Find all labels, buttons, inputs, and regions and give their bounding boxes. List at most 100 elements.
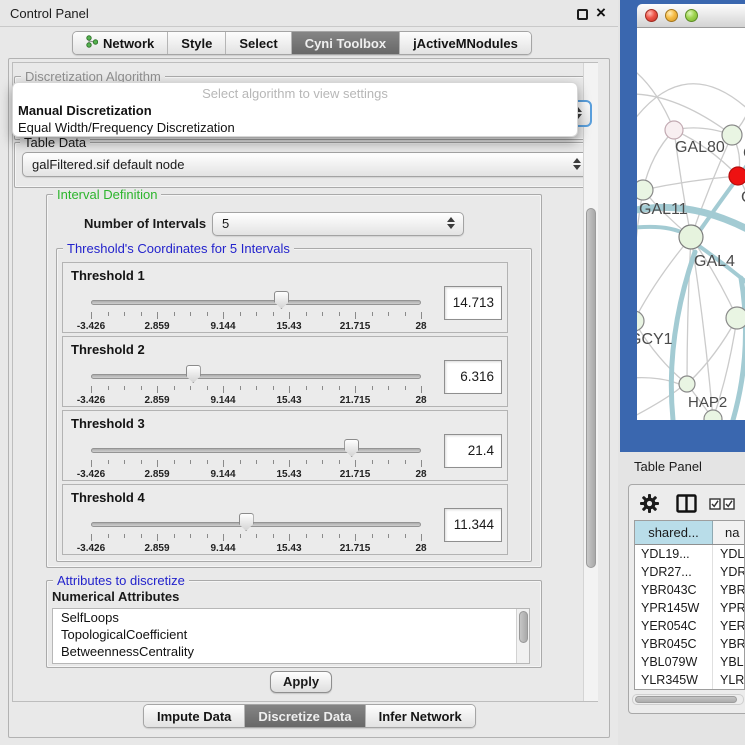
table-row[interactable]: YBR045CYBR0	[635, 635, 744, 653]
slider-thumb[interactable]	[239, 513, 254, 531]
threshold-value-field[interactable]: 6.316	[444, 360, 502, 394]
close-icon[interactable]: ×	[596, 2, 606, 24]
tick-mark	[157, 534, 158, 541]
tick-mark	[174, 460, 175, 464]
table-header-name[interactable]: na	[713, 521, 744, 544]
table-row[interactable]: YDR27...YDR2	[635, 563, 744, 581]
tick-mark	[141, 386, 142, 390]
attribute-item-topologicalcoefficient[interactable]: TopologicalCoefficient	[53, 626, 529, 643]
network-node-label: HAP2	[688, 394, 727, 411]
network-node[interactable]	[637, 180, 653, 200]
cell-shared-name: YBR043C	[635, 581, 713, 599]
attribute-item-betweennesscentrality[interactable]: BetweennessCentrality	[53, 643, 529, 660]
tick-mark	[240, 460, 241, 464]
mac-minimize-button[interactable]	[665, 9, 678, 22]
apply-button[interactable]: Apply	[270, 671, 332, 693]
network-node[interactable]	[722, 125, 742, 145]
table-row[interactable]: YPR145WYPR1	[635, 599, 744, 617]
control-panel-title: Control Panel	[10, 6, 89, 21]
tick-mark	[91, 386, 92, 393]
network-node[interactable]	[729, 167, 745, 185]
column-check-icon[interactable]	[723, 498, 735, 510]
tick-mark	[421, 312, 422, 319]
cell-shared-name: YIL052C	[635, 689, 713, 690]
mac-close-button[interactable]	[645, 9, 658, 22]
threshold-slider[interactable]: -3.4262.8599.14415.4321.71528	[83, 361, 429, 405]
panel-scrollbar[interactable]	[583, 63, 598, 701]
slider-track[interactable]	[91, 448, 421, 453]
network-node[interactable]	[679, 225, 703, 249]
settings-gear-icon[interactable]	[640, 494, 659, 513]
tab-label: Discretize Data	[258, 709, 351, 724]
column-check-icon[interactable]	[709, 498, 721, 510]
list-scrollbar[interactable]	[516, 609, 529, 663]
slider-track[interactable]	[91, 374, 421, 379]
network-node[interactable]	[679, 376, 695, 392]
table-row[interactable]: YLR345WYLR3	[635, 671, 744, 689]
slider-track[interactable]	[91, 300, 421, 305]
slider-tick-labels: -3.4262.8599.14415.4321.71528	[91, 321, 421, 333]
threshold-value-field[interactable]: 21.4	[444, 434, 502, 468]
network-edge	[637, 84, 745, 124]
tick-mark	[388, 460, 389, 464]
number-of-intervals-combobox[interactable]: 5	[212, 212, 464, 236]
table-row[interactable]: YBR043CYBR0	[635, 581, 744, 599]
table-row[interactable]: YDL19...YDL1	[635, 545, 744, 563]
table-horizontal-scrollbar[interactable]	[632, 694, 744, 705]
tick-mark	[223, 312, 224, 319]
table-data-combobox[interactable]: galFiltered.sif default node	[22, 152, 590, 177]
tick-label: -3.426	[77, 469, 105, 480]
slider-thumb[interactable]	[186, 365, 201, 383]
threshold-slider[interactable]: -3.4262.8599.14415.4321.71528	[83, 435, 429, 479]
tab-jactivemnodules[interactable]: jActiveMNodules	[400, 32, 531, 54]
threshold-value-field[interactable]: 11.344	[444, 508, 502, 542]
numerical-attributes-list[interactable]: SelfLoopsTopologicalCoefficientBetweenne…	[52, 608, 530, 664]
network-node[interactable]	[726, 307, 745, 329]
tick-mark	[372, 534, 373, 538]
control-panel-titlebar: Control Panel ×	[0, 0, 618, 27]
tab-impute-data[interactable]: Impute Data	[144, 705, 245, 727]
tick-mark	[306, 460, 307, 464]
tab-infer-network[interactable]: Infer Network	[366, 705, 475, 727]
slider-thumb[interactable]	[274, 291, 289, 309]
panel-scrollbar-thumb[interactable]	[586, 208, 596, 568]
mac-zoom-button[interactable]	[685, 9, 698, 22]
table-header-shared-name[interactable]: shared...	[635, 521, 713, 544]
table-header-row: shared... na	[635, 521, 744, 545]
list-scrollbar-thumb[interactable]	[519, 611, 528, 643]
network-edge-highlighted	[733, 278, 745, 420]
table-row[interactable]: YIL052CYIL0	[635, 689, 744, 690]
popup-option-manual-discretization[interactable]: Manual Discretization	[18, 103, 152, 118]
threshold-slider[interactable]: -3.4262.8599.14415.4321.71528	[83, 509, 429, 553]
threshold-slider[interactable]: -3.4262.8599.14415.4321.71528	[83, 287, 429, 331]
attributes-group-title: Attributes to discretize	[53, 574, 189, 588]
network-node[interactable]	[637, 311, 644, 331]
attribute-item-selfloops[interactable]: SelfLoops	[53, 609, 529, 626]
tab-network[interactable]: Network	[73, 32, 168, 54]
network-node[interactable]	[704, 410, 722, 420]
table-row[interactable]: YER054CYER0	[635, 617, 744, 635]
table-row[interactable]: YBL079WYBL0	[635, 653, 744, 671]
slider-track[interactable]	[91, 522, 421, 527]
tab-discretize-data[interactable]: Discretize Data	[245, 705, 365, 727]
network-canvas[interactable]: GAL80GAGAL11CGAL4GCY1HHAP2	[637, 28, 745, 420]
float-window-icon[interactable]	[577, 9, 588, 20]
columns-icon[interactable]	[676, 494, 697, 513]
network-node[interactable]	[665, 121, 683, 139]
table-hscrollbar-thumb[interactable]	[635, 696, 737, 703]
tick-mark	[289, 534, 290, 541]
tick-mark	[256, 386, 257, 390]
tick-mark	[240, 386, 241, 390]
tab-style[interactable]: Style	[168, 32, 226, 54]
slider-thumb[interactable]	[344, 439, 359, 457]
tick-label: 2.859	[144, 395, 169, 406]
threshold-value-field[interactable]: 14.713	[444, 286, 502, 320]
network-graph[interactable]: GAL80GAGAL11CGAL4GCY1HHAP2	[637, 28, 745, 420]
threshold-label: Threshold 4	[71, 490, 145, 505]
popup-option-equal-width-frequency[interactable]: Equal Width/Frequency Discretization	[18, 120, 235, 135]
table-rows: YDL19...YDL1YDR27...YDR2YBR043CYBR0YPR14…	[635, 545, 744, 690]
tab-select[interactable]: Select	[226, 32, 291, 54]
tick-mark	[157, 386, 158, 393]
tick-label: 2.859	[144, 321, 169, 332]
tab-cyni-toolbox[interactable]: Cyni Toolbox	[292, 32, 400, 54]
